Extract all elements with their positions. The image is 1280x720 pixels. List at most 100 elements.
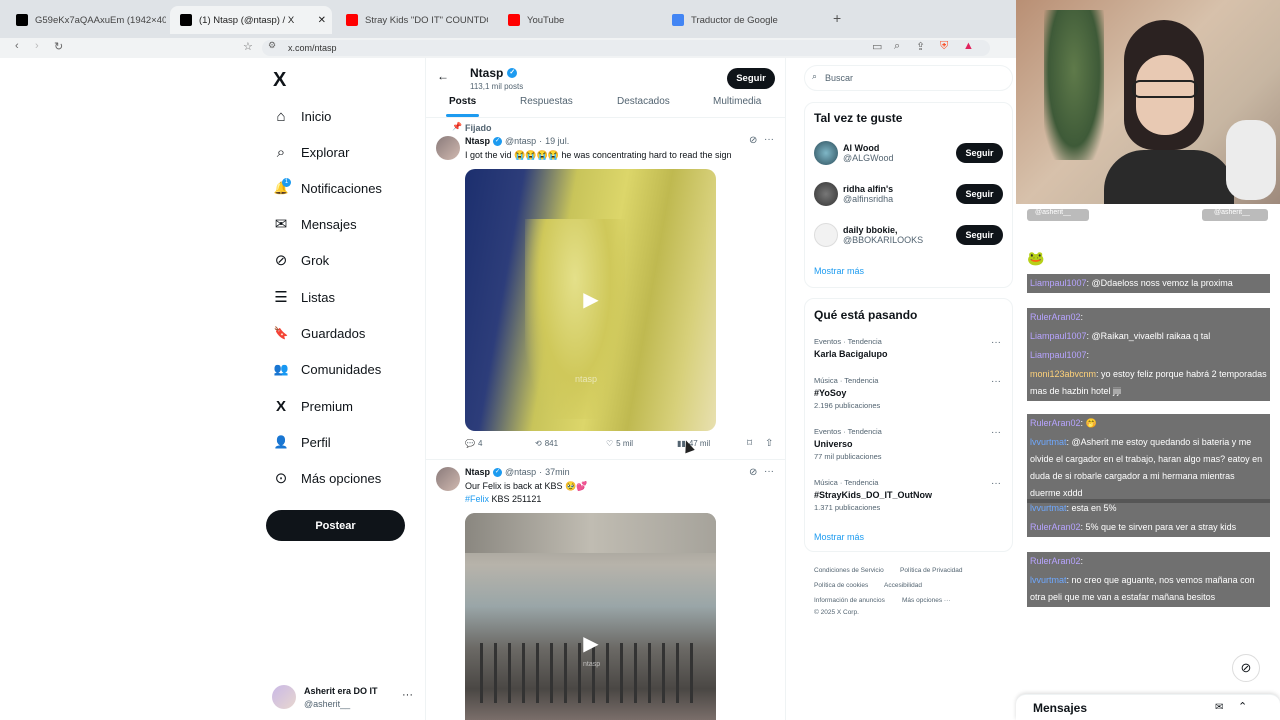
tab-respuestas[interactable]: Respuestas (520, 96, 573, 107)
footer-more-link[interactable]: Más opciones ··· (902, 597, 950, 604)
browser-tab-countdown[interactable]: Stray Kids "DO IT" COUNTDOWN (336, 6, 488, 34)
back-arrow-icon[interactable]: ← (437, 69, 449, 83)
chat-username: RulerAran02 (1030, 522, 1081, 532)
avatar (814, 182, 838, 206)
footer-ads-link[interactable]: Información de anuncios (814, 597, 885, 604)
youtube-favicon-icon (508, 14, 520, 26)
share-icon[interactable]: ⇪ (916, 40, 925, 53)
like-button[interactable]: ♡ 5 mil (606, 439, 633, 448)
close-icon[interactable]: ✕ (318, 15, 326, 26)
avatar[interactable] (436, 136, 460, 160)
video-watermark: ntasp (575, 374, 598, 384)
nav-item-premium[interactable]: X Premium (272, 394, 353, 418)
trend-item[interactable]: Música · Tendencia #YoSoy 2.196 publicac… (814, 376, 1004, 410)
play-icon[interactable]: ▶ (576, 628, 606, 658)
chat-username: lvvurtmat (1030, 437, 1067, 447)
footer-cookies-link[interactable]: Política de cookies (814, 582, 868, 589)
retweet-icon: ⟲ (535, 439, 542, 448)
search-input[interactable]: Buscar (804, 65, 1013, 91)
chat-text: : (1086, 350, 1090, 360)
share-button[interactable]: ⇧ (765, 438, 773, 449)
zoom-icon[interactable]: ⌕ (894, 40, 900, 53)
nav-item-comunidades[interactable]: 👥 Comunidades (272, 357, 382, 381)
nav-item-guardados[interactable]: 🔖 Guardados (272, 321, 366, 345)
browser-tab-youtube[interactable]: YouTube (498, 6, 658, 34)
play-icon[interactable]: ▶ (576, 284, 606, 314)
avatar[interactable] (436, 467, 460, 491)
x-logo-icon[interactable]: X (273, 69, 286, 92)
follow-button[interactable]: Seguir (727, 68, 775, 89)
tweet-header: Ntasp ✓ @ntasp · 19 jul. (465, 136, 569, 146)
grok-floating-icon[interactable]: ⊘ (1232, 654, 1260, 682)
profile-name-text: Ntasp (470, 66, 504, 80)
chat-top-user: @asherit__ (1202, 209, 1268, 221)
bookmark-button[interactable]: ⌑ (747, 438, 752, 449)
trend-item[interactable]: Eventos · Tendencia Karla Bacigalupo (814, 337, 1004, 359)
nav-item-grok[interactable]: ⊘ Grok (272, 248, 329, 272)
hashtag-link[interactable]: #Felix (465, 494, 489, 504)
nav-item-mas-opciones[interactable]: ⊙ Más opciones (272, 466, 382, 490)
trend-more-icon[interactable]: ··· (991, 337, 1001, 348)
reply-button[interactable]: 💬 4 (465, 439, 482, 448)
tweet-author[interactable]: Ntasp (465, 136, 490, 146)
bookmark-star-icon[interactable]: ☆ (243, 40, 253, 53)
tweet-more-icon[interactable]: ··· (764, 134, 774, 145)
account-more-icon[interactable]: ··· (402, 689, 413, 701)
footer-accessibility-link[interactable]: Accesibilidad (884, 582, 922, 589)
trend-item[interactable]: Eventos · Tendencia Universo 77 mil publ… (814, 427, 1004, 461)
reload-icon[interactable]: ↻ (54, 40, 63, 53)
brave-rewards-icon[interactable]: ▲ (963, 40, 974, 52)
tweet-author[interactable]: Ntasp (465, 467, 490, 477)
tweet-time[interactable]: 37min (545, 467, 570, 477)
site-info-icon[interactable]: ⚙ (268, 40, 276, 51)
avatar[interactable] (272, 685, 296, 709)
tab-destacados[interactable]: Destacados (617, 96, 670, 107)
trend-count: 1.371 publicaciones (814, 503, 881, 512)
follow-button[interactable]: Seguir (956, 225, 1003, 245)
browser-tab-image[interactable]: G59eKx7aQAAxuEm (1942×4096) (6, 6, 166, 34)
new-message-icon[interactable]: ✉ (1215, 702, 1223, 713)
new-tab-button[interactable]: + (833, 10, 841, 26)
footer-privacy-link[interactable]: Política de Privacidad (900, 567, 963, 574)
follow-button[interactable]: Seguir (956, 143, 1003, 163)
post-button[interactable]: Postear (266, 510, 405, 541)
nav-item-mensajes[interactable]: ✉ Mensajes (272, 212, 357, 236)
trend-more-icon[interactable]: ··· (991, 376, 1001, 387)
chat-message: lvvurtmat: no creo que aguante, nos vemo… (1027, 571, 1270, 607)
nav-item-explorar[interactable]: ⌕ Explorar (272, 140, 350, 164)
nav-item-perfil[interactable]: 👤 Perfil (272, 430, 331, 454)
nav-item-listas[interactable]: ☰ Listas (272, 285, 335, 309)
grok-explain-icon[interactable]: ⊘ (749, 135, 757, 146)
brave-shield-icon[interactable]: ⛨ (940, 40, 948, 53)
footer-terms-link[interactable]: Condiciones de Servicio (814, 567, 884, 574)
show-more-link[interactable]: Mostrar más (814, 532, 864, 542)
tweet-video[interactable]: ntasp ▶ (465, 169, 716, 431)
back-icon[interactable]: ‹ (15, 40, 19, 52)
nav-item-inicio[interactable]: ⌂ Inicio (272, 104, 331, 128)
cast-icon[interactable]: ▭ (872, 40, 882, 53)
chat-username: Liampaul1007 (1030, 350, 1087, 360)
tab-label: YouTube (527, 14, 565, 26)
avatar (814, 223, 838, 247)
trend-item[interactable]: Música · Tendencia #StrayKids_DO_IT_OutN… (814, 478, 1004, 512)
show-more-link[interactable]: Mostrar más (814, 266, 864, 276)
tweet-time[interactable]: 19 jul. (545, 136, 569, 146)
tab-label: (1) Ntasp (@ntasp) / X (199, 14, 295, 26)
trend-more-icon[interactable]: ··· (991, 478, 1001, 489)
browser-tab-x[interactable]: (1) Ntasp (@ntasp) / X ✕ (170, 6, 332, 34)
expand-chevron-icon[interactable]: ⌃ (1238, 700, 1247, 713)
tweet-video[interactable]: ntasp ▶ (465, 513, 716, 720)
heart-icon: ♡ (606, 439, 614, 448)
forward-icon[interactable]: › (35, 40, 39, 52)
chat-message: RulerAran02: 🤭 (1027, 414, 1270, 433)
plush-toy (1226, 120, 1276, 200)
trend-more-icon[interactable]: ··· (991, 427, 1001, 438)
tab-multimedia[interactable]: Multimedia (713, 96, 761, 107)
browser-tab-translate[interactable]: Traductor de Google (662, 6, 822, 34)
tweet-more-icon[interactable]: ··· (764, 466, 774, 477)
grok-explain-icon[interactable]: ⊘ (749, 467, 757, 478)
follow-button[interactable]: Seguir (956, 184, 1003, 204)
tab-posts[interactable]: Posts (449, 96, 476, 107)
trend-title: Universo (814, 439, 853, 449)
retweet-button[interactable]: ⟲ 841 (535, 439, 558, 448)
